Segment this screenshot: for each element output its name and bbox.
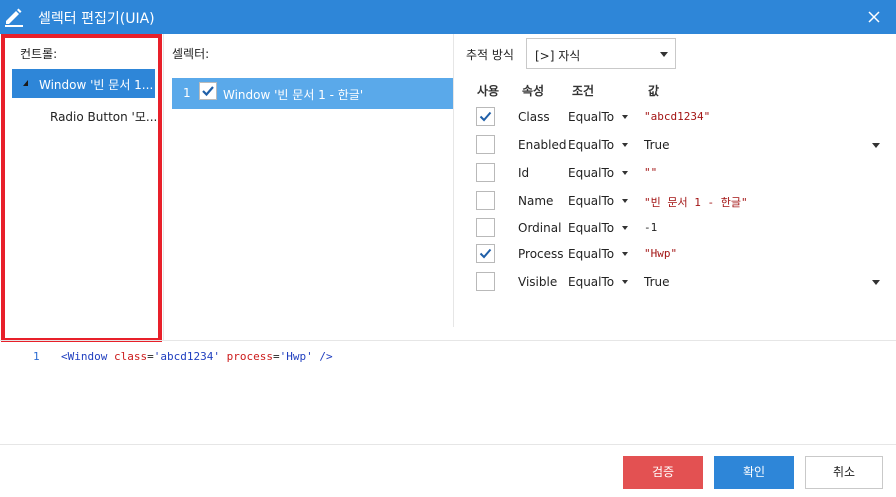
tree-item-window[interactable]: Window '빈 문서 1... (12, 69, 155, 98)
condition-dropdown[interactable]: EqualTo (568, 221, 614, 235)
code-value: 'abcd1234' (153, 350, 220, 363)
chevron-down-icon[interactable] (622, 171, 628, 175)
expand-triangle-icon[interactable] (23, 80, 28, 86)
pencil-icon (5, 8, 23, 27)
column-header-property: 속성 (522, 84, 545, 98)
controls-header: 컨트롤: (20, 47, 58, 61)
use-checkbox[interactable] (476, 272, 495, 291)
divider (163, 34, 164, 341)
code-attr: process (226, 350, 273, 363)
code-text: <Window class='abcd1234' process='Hwp' /… (61, 350, 333, 363)
property-row[interactable]: Visible EqualTo True (454, 270, 894, 294)
chevron-down-icon (660, 52, 668, 57)
property-value[interactable]: "빈 문서 1 - 한글" (644, 194, 748, 210)
code-tag-open: <Window (61, 350, 108, 363)
chevron-down-icon[interactable] (872, 143, 880, 148)
code-attr: class (113, 350, 148, 363)
property-row[interactable]: Id EqualTo "" (454, 161, 894, 185)
use-checkbox[interactable] (476, 107, 495, 126)
use-checkbox[interactable] (476, 191, 495, 210)
property-value[interactable]: "" (644, 166, 657, 179)
ok-button[interactable]: 확인 (714, 456, 794, 489)
property-name: Id (518, 166, 530, 180)
checkmark-icon (479, 111, 492, 122)
checkmark-icon (202, 86, 214, 97)
close-icon[interactable] (864, 7, 884, 27)
verify-button[interactable]: 검증 (623, 456, 703, 489)
code-tag-close: /> (319, 350, 333, 363)
property-name: Class (518, 110, 550, 124)
property-name: Visible (518, 275, 558, 289)
chevron-down-icon[interactable] (622, 280, 628, 284)
line-number: 1 (33, 350, 40, 363)
condition-dropdown[interactable]: EqualTo (568, 247, 614, 261)
property-name: Process (518, 247, 564, 261)
code-preview: 1 <Window class='abcd1234' process='Hwp'… (0, 350, 896, 366)
selector-checkbox[interactable] (199, 82, 217, 100)
use-checkbox[interactable] (476, 135, 495, 154)
property-row[interactable]: Process EqualTo "Hwp" (454, 242, 894, 266)
property-value[interactable]: -1 (644, 221, 657, 234)
property-name: Name (518, 194, 554, 208)
property-row[interactable]: Class EqualTo "abcd1234" (454, 105, 894, 129)
column-header-condition: 조건 (572, 84, 595, 98)
window-title: 셀렉터 편집기(UIA) (38, 11, 155, 27)
divider (0, 444, 896, 445)
trace-dropdown[interactable]: [>] 자식 (526, 38, 676, 69)
property-row[interactable]: Enabled EqualTo True (454, 133, 894, 157)
tree-item-radio-button[interactable]: Radio Button '모... (50, 108, 157, 125)
condition-dropdown[interactable]: EqualTo (568, 138, 614, 152)
cancel-button[interactable]: 취소 (805, 456, 883, 489)
property-row[interactable]: Ordinal EqualTo -1 (454, 216, 894, 240)
title-bar: 셀렉터 편집기(UIA) (0, 0, 896, 34)
selector-index: 1 (183, 86, 191, 100)
selector-header: 셀렉터: (172, 47, 210, 61)
property-value[interactable]: "Hwp" (644, 247, 677, 260)
use-checkbox[interactable] (476, 244, 495, 263)
chevron-down-icon[interactable] (622, 115, 628, 119)
selector-label: Window '빈 문서 1 - 한글' (223, 88, 364, 102)
property-name: Ordinal (518, 221, 562, 235)
selector-row[interactable]: 1 Window '빈 문서 1 - 한글' (172, 78, 453, 109)
property-name: Enabled (518, 138, 567, 152)
chevron-down-icon[interactable] (622, 226, 628, 230)
chevron-down-icon[interactable] (622, 252, 628, 256)
controls-panel: 컨트롤: Window '빈 문서 1... Radio Button '모..… (0, 35, 163, 341)
condition-dropdown[interactable]: EqualTo (568, 166, 614, 180)
column-header-value: 값 (648, 84, 660, 98)
property-value[interactable]: "abcd1234" (644, 110, 710, 123)
property-value[interactable]: True (644, 138, 670, 152)
checkmark-icon (479, 248, 492, 259)
chevron-down-icon[interactable] (622, 199, 628, 203)
column-header-use: 사용 (477, 84, 500, 98)
chevron-down-icon[interactable] (872, 280, 880, 285)
chevron-down-icon[interactable] (622, 143, 628, 147)
divider (0, 340, 896, 341)
property-value[interactable]: True (644, 275, 670, 289)
code-value: 'Hwp' (279, 350, 313, 363)
condition-dropdown[interactable]: EqualTo (568, 194, 614, 208)
use-checkbox[interactable] (476, 218, 495, 237)
use-checkbox[interactable] (476, 163, 495, 182)
property-row[interactable]: Name EqualTo "빈 문서 1 - 한글" (454, 189, 894, 213)
trace-label: 추적 방식 (466, 48, 514, 62)
trace-dropdown-value: [>] 자식 (535, 49, 581, 63)
tree-item-label: Window '빈 문서 1... (39, 78, 153, 92)
condition-dropdown[interactable]: EqualTo (568, 110, 614, 124)
condition-dropdown[interactable]: EqualTo (568, 275, 614, 289)
